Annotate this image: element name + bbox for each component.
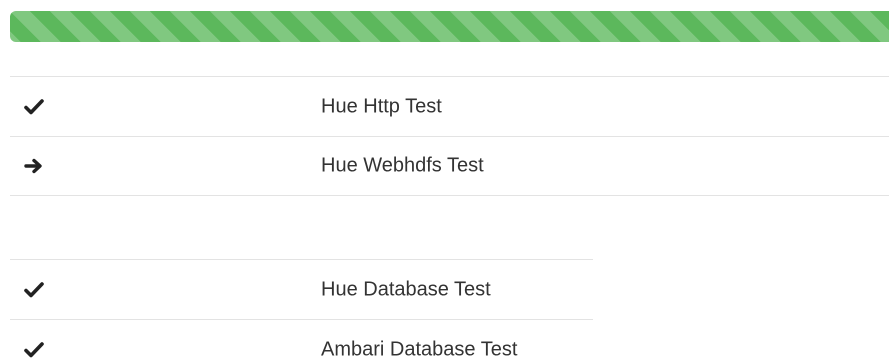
- arrow-right-icon: [22, 154, 46, 178]
- checkmark-icon: [22, 338, 46, 362]
- progress-bar: [10, 11, 889, 42]
- checkmark-icon: [22, 95, 46, 119]
- test-label: Hue Http Test: [321, 95, 442, 117]
- test-progress-page: Hue Http Test Hue Webhdfs Test Hue Datab…: [0, 0, 889, 363]
- progress-bar-fill: [10, 11, 889, 42]
- test-label: Ambari Database Test: [321, 338, 518, 360]
- test-label: Hue Webhdfs Test: [321, 154, 484, 177]
- test-row: Ambari Database Test: [10, 319, 593, 363]
- test-list-secondary: Hue Database Test Ambari Database Test: [10, 259, 593, 363]
- test-row: Hue Http Test: [10, 76, 889, 136]
- test-row: Hue Webhdfs Test: [10, 136, 889, 196]
- test-row: Hue Database Test: [10, 259, 593, 319]
- test-label: Hue Database Test: [321, 278, 491, 300]
- checkmark-icon: [22, 278, 46, 302]
- test-list-primary: Hue Http Test Hue Webhdfs Test: [10, 76, 889, 196]
